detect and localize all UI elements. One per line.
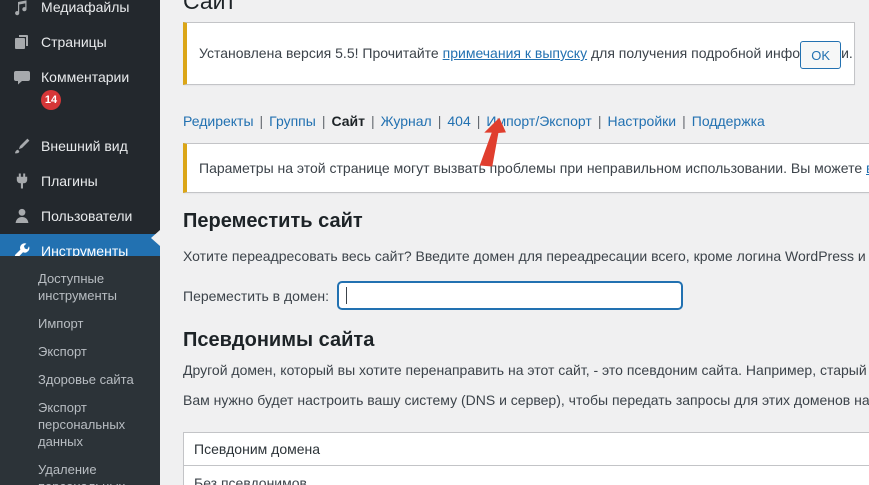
tab-groups[interactable]: Группы bbox=[269, 113, 316, 129]
aliases-heading: Псевдонимы сайта bbox=[183, 329, 374, 352]
text-caret bbox=[346, 287, 347, 304]
sidebar-item-plugins[interactable]: Плагины bbox=[0, 164, 160, 199]
tab-separator: | bbox=[598, 113, 602, 129]
tools-submenu: Доступные инструменты Импорт Экспорт Здо… bbox=[0, 256, 160, 485]
admin-content: Сайт Установлена версия 5.5! Прочитайте … bbox=[160, 0, 869, 485]
red-annotation-arrow-icon bbox=[473, 113, 513, 173]
sidebar-item-label: Пользователи bbox=[41, 207, 132, 225]
submenu-item-erase-personal-data[interactable]: Удаление персональных данных bbox=[0, 456, 160, 485]
aliases-table-empty-row: Без псевдонимов bbox=[184, 466, 869, 485]
warning-notice-text: Параметры на этой странице могут вызвать… bbox=[199, 160, 866, 176]
sidebar-item-pages[interactable]: Страницы bbox=[0, 25, 160, 60]
relocate-description: Хотите переадресовать весь сайт? Введите… bbox=[183, 248, 869, 264]
relocate-domain-input[interactable] bbox=[337, 281, 683, 310]
ok-button[interactable]: OK bbox=[800, 41, 841, 69]
submenu-item-import[interactable]: Импорт bbox=[0, 310, 160, 338]
comments-count-badge: 14 bbox=[41, 90, 61, 110]
sidebar-item-comments[interactable]: Комментарии 14 bbox=[0, 60, 160, 118]
tab-options[interactable]: Настройки bbox=[607, 113, 676, 129]
aliases-table: Псевдоним домена Без псевдонимов bbox=[183, 432, 869, 485]
comments-icon bbox=[12, 67, 32, 87]
sidebar-item-media[interactable]: Медиафайлы bbox=[0, 0, 160, 25]
sidebar-item-label: Комментарии bbox=[41, 68, 129, 86]
sidebar-item-label: Страницы bbox=[41, 33, 107, 51]
relocate-form-row: Переместить в домен: bbox=[183, 281, 683, 310]
submenu-item-export-personal-data[interactable]: Экспорт персональных данных bbox=[0, 394, 160, 456]
sidebar-item-appearance[interactable]: Внешний вид bbox=[0, 129, 160, 164]
users-icon bbox=[12, 206, 32, 226]
tab-separator: | bbox=[682, 113, 686, 129]
release-notes-link[interactable]: примечания к выпуску bbox=[443, 45, 587, 61]
pages-icon bbox=[12, 32, 32, 52]
tab-separator: | bbox=[322, 113, 326, 129]
submenu-item-available-tools[interactable]: Доступные инструменты bbox=[0, 265, 160, 310]
plugins-icon bbox=[12, 171, 32, 191]
sidebar-item-users[interactable]: Пользователи bbox=[0, 199, 160, 234]
update-notice: Установлена версия 5.5! Прочитайте приме… bbox=[183, 22, 855, 85]
aliases-description-2: Вам нужно будет настроить вашу систему (… bbox=[183, 392, 869, 408]
update-notice-text: Установлена версия 5.5! Прочитайте bbox=[199, 45, 443, 61]
wordpress-admin-page: { "colors": { "accent_blue": "#2271b1", … bbox=[0, 0, 869, 485]
menu-separator bbox=[0, 118, 160, 129]
page-title: Сайт bbox=[183, 0, 236, 15]
aliases-table-header: Псевдоним домена bbox=[184, 433, 869, 466]
tab-separator: | bbox=[260, 113, 264, 129]
aliases-description-1: Другой домен, который вы хотите перенапр… bbox=[183, 362, 869, 378]
appearance-icon bbox=[12, 136, 32, 156]
tab-separator: | bbox=[371, 113, 375, 129]
tab-support[interactable]: Поддержка bbox=[692, 113, 765, 129]
relocate-domain-label: Переместить в домен: bbox=[183, 288, 329, 304]
sidebar-item-label: Внешний вид bbox=[41, 137, 128, 155]
tab-log[interactable]: Журнал bbox=[381, 113, 432, 129]
warning-notice: Параметры на этой странице могут вызвать… bbox=[183, 143, 869, 193]
tab-404[interactable]: 404 bbox=[447, 113, 470, 129]
relocate-heading: Переместить сайт bbox=[183, 210, 363, 233]
submenu-item-site-health[interactable]: Здоровье сайта bbox=[0, 366, 160, 394]
media-icon bbox=[12, 0, 32, 17]
tab-separator: | bbox=[438, 113, 442, 129]
active-menu-arrow bbox=[151, 230, 160, 246]
submenu-item-export[interactable]: Экспорт bbox=[0, 338, 160, 366]
admin-sidebar: Медиафайлы Страницы Комментарии 14 Внешн… bbox=[0, 0, 160, 485]
admin-menu: Медиафайлы Страницы Комментарии 14 Внешн… bbox=[0, 0, 160, 269]
tab-site-active[interactable]: Сайт bbox=[331, 113, 365, 129]
tab-redirects[interactable]: Редиректы bbox=[183, 113, 254, 129]
sidebar-item-label: Медиафайлы bbox=[41, 0, 129, 16]
sidebar-item-label: Плагины bbox=[41, 172, 98, 190]
